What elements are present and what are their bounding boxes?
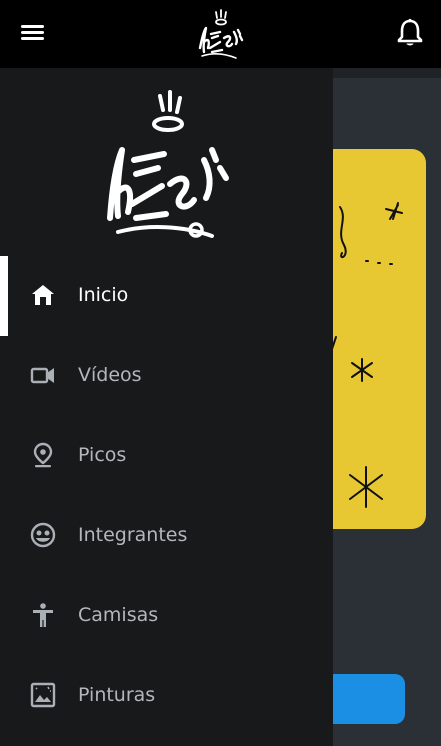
face-icon xyxy=(30,522,56,548)
drawer-item-label: Inicio xyxy=(78,284,129,306)
drawer-item-integrantes[interactable]: Integrantes xyxy=(0,496,333,576)
drawer-item-camisas[interactable]: Camisas xyxy=(0,576,333,656)
drawer-item-label: Pinturas xyxy=(78,684,156,706)
hamburger-menu-icon[interactable] xyxy=(20,22,46,44)
drawer-item-label: Camisas xyxy=(78,604,159,626)
drawer-item-videos[interactable]: Vídeos xyxy=(0,336,333,416)
navigation-drawer: Inicio Vídeos Picos Integrantes Camisas … xyxy=(0,68,333,746)
video-camera-icon xyxy=(30,367,54,384)
drawer-item-pinturas[interactable]: Pinturas xyxy=(0,656,333,736)
drawer-item-label: Picos xyxy=(78,444,127,466)
crew-tag-logo xyxy=(198,9,244,59)
drawer-item-picos[interactable]: Picos xyxy=(0,416,333,496)
home-icon xyxy=(32,285,54,305)
person-icon xyxy=(33,603,53,627)
location-pin-icon xyxy=(33,442,53,468)
bell-icon[interactable] xyxy=(396,18,424,48)
drawer-menu: Inicio Vídeos Picos Integrantes Camisas … xyxy=(0,256,333,736)
drawer-item-inicio[interactable]: Inicio xyxy=(0,256,333,336)
image-frame-icon xyxy=(30,682,56,708)
crew-tag-logo xyxy=(107,90,229,238)
drawer-item-label: Vídeos xyxy=(78,364,142,386)
active-indicator xyxy=(0,256,8,336)
app-bar xyxy=(0,0,441,68)
drawer-item-label: Integrantes xyxy=(78,524,188,546)
